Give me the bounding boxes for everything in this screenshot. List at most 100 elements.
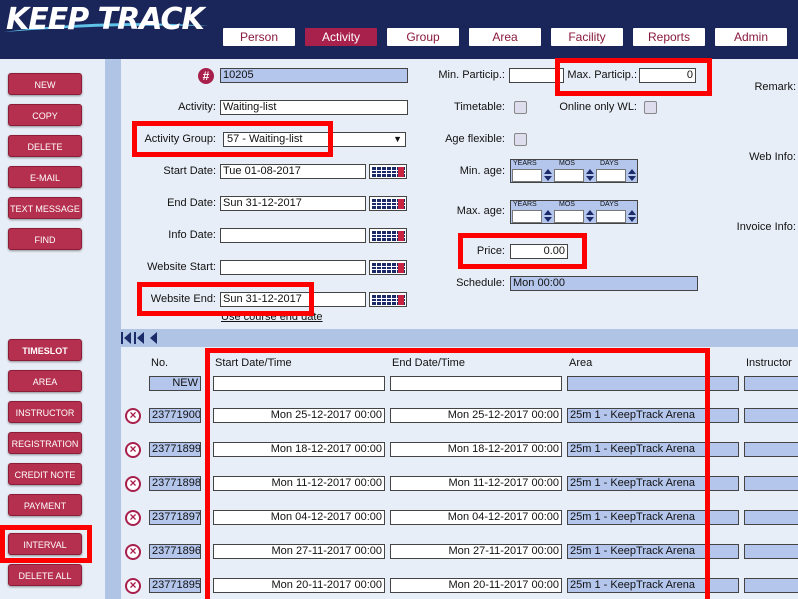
spinner-icon[interactable] [585,210,595,223]
copy-button[interactable]: COPY [8,104,82,126]
spinner-icon[interactable] [585,169,595,182]
main-nav: Person Activity Group Area Facility Repo… [0,28,798,46]
months-input[interactable] [554,210,584,223]
days-input[interactable] [596,210,626,223]
new-row-instructor[interactable] [744,376,798,391]
row-instructor[interactable] [744,442,798,457]
use-course-end-link[interactable]: Use course end date [221,311,323,323]
delete-row-icon[interactable]: × [125,476,141,492]
row-area[interactable]: 25m 1 - KeepTrack Arena [567,544,739,559]
spinner-icon[interactable] [627,210,637,223]
row-start-datetime[interactable]: Mon 25-12-2017 00:00 [213,408,385,423]
row-end-datetime[interactable]: Mon 20-11-2017 00:00 [390,578,562,593]
activity-group-select[interactable]: 57 - Waiting-list ▼ [223,132,406,147]
schedule-field: Mon 00:00 [510,276,698,291]
calendar-icon[interactable] [369,228,407,243]
row-end-datetime[interactable]: Mon 25-12-2017 00:00 [390,408,562,423]
payment-button[interactable]: PAYMENT [8,494,82,516]
pager-first-prev-icon[interactable] [121,331,161,345]
age-flexible-checkbox[interactable] [514,133,527,146]
calendar-icon[interactable] [369,260,407,275]
start-date-label: Start Date: [163,165,216,177]
tab-facility[interactable]: Facility [551,28,623,46]
years-caption: YEARS [513,201,537,208]
tab-group[interactable]: Group [387,28,459,46]
calendar-icon[interactable] [369,164,407,179]
delete-all-button[interactable]: DELETE ALL [8,564,82,586]
days-input[interactable] [596,169,626,182]
new-row-end[interactable] [390,376,562,391]
new-row-no[interactable]: NEW [149,376,201,391]
delete-row-icon[interactable]: × [125,408,141,424]
timetable-checkbox[interactable] [514,101,527,114]
row-area[interactable]: 25m 1 - KeepTrack Arena [567,476,739,491]
credit-note-button[interactable]: CREDIT NOTE [8,463,82,485]
row-area[interactable]: 25m 1 - KeepTrack Arena [567,442,739,457]
delete-button[interactable]: DELETE [8,135,82,157]
tab-area[interactable]: Area [469,28,541,46]
row-instructor[interactable] [744,510,798,525]
row-start-datetime[interactable]: Mon 11-12-2017 00:00 [213,476,385,491]
max-partic-input[interactable]: 0 [639,68,696,83]
interval-button[interactable]: INTERVAL [8,533,82,555]
website-start-label: Website Start: [147,261,216,273]
row-instructor[interactable] [744,578,798,593]
end-date-input[interactable]: Sun 31-12-2017 [220,196,366,211]
spinner-icon[interactable] [627,169,637,182]
calendar-icon[interactable] [369,292,407,307]
row-start-datetime[interactable]: Mon 20-11-2017 00:00 [213,578,385,593]
online-wl-checkbox[interactable] [644,101,657,114]
row-end-datetime[interactable]: Mon 04-12-2017 00:00 [390,510,562,525]
row-instructor[interactable] [744,408,798,423]
row-instructor[interactable] [744,476,798,491]
row-no: 23771897 [149,510,201,525]
delete-row-icon[interactable]: × [125,442,141,458]
activity-input[interactable]: Waiting-list [220,100,408,115]
timeslot-button[interactable]: TIMESLOT [8,339,82,361]
delete-row-icon[interactable]: × [125,578,141,594]
registration-button[interactable]: REGISTRATION [8,432,82,454]
years-input[interactable] [512,210,542,223]
start-date-input[interactable]: Tue 01-08-2017 [220,164,366,179]
tab-admin[interactable]: Admin [715,28,787,46]
row-start-datetime[interactable]: Mon 04-12-2017 00:00 [213,510,385,525]
age-flexible-label: Age flexible: [445,133,505,145]
website-start-input[interactable] [220,260,366,275]
tab-person[interactable]: Person [223,28,295,46]
instructor-button[interactable]: INSTRUCTOR [8,401,82,423]
row-end-datetime[interactable]: Mon 18-12-2017 00:00 [390,442,562,457]
max-age-picker[interactable]: YEARS MOS DAYS [510,200,638,224]
row-end-datetime[interactable]: Mon 27-11-2017 00:00 [390,544,562,559]
delete-row-icon[interactable]: × [125,510,141,526]
new-button[interactable]: NEW [8,73,82,95]
text-message-button[interactable]: TEXT MESSAGE [8,197,82,219]
row-instructor[interactable] [744,544,798,559]
sidebar: NEW COPY DELETE E-MAIL TEXT MESSAGE FIND… [0,59,96,599]
row-area[interactable]: 25m 1 - KeepTrack Arena [567,510,739,525]
spinner-icon[interactable] [543,169,553,182]
row-area[interactable]: 25m 1 - KeepTrack Arena [567,578,739,593]
info-date-input[interactable] [220,228,366,243]
activity-group-value: 57 - Waiting-list [227,133,303,145]
new-row-area[interactable] [567,376,739,391]
activity-label: Activity: [178,101,216,113]
row-end-datetime[interactable]: Mon 11-12-2017 00:00 [390,476,562,491]
calendar-icon[interactable] [369,196,407,211]
tab-reports[interactable]: Reports [633,28,705,46]
years-input[interactable] [512,169,542,182]
delete-row-icon[interactable]: × [125,544,141,560]
months-input[interactable] [554,169,584,182]
website-end-input[interactable]: Sun 31-12-2017 [220,292,366,307]
new-row-start[interactable] [213,376,385,391]
row-area[interactable]: 25m 1 - KeepTrack Arena [567,408,739,423]
spinner-icon[interactable] [543,210,553,223]
email-button[interactable]: E-MAIL [8,166,82,188]
area-button[interactable]: AREA [8,370,82,392]
price-input[interactable]: 0.00 [510,244,568,259]
row-start-datetime[interactable]: Mon 18-12-2017 00:00 [213,442,385,457]
find-button[interactable]: FIND [8,228,82,250]
row-start-datetime[interactable]: Mon 27-11-2017 00:00 [213,544,385,559]
min-age-picker[interactable]: YEARS MOS DAYS [510,159,638,183]
tab-activity[interactable]: Activity [305,28,377,46]
min-partic-input[interactable] [509,68,564,83]
